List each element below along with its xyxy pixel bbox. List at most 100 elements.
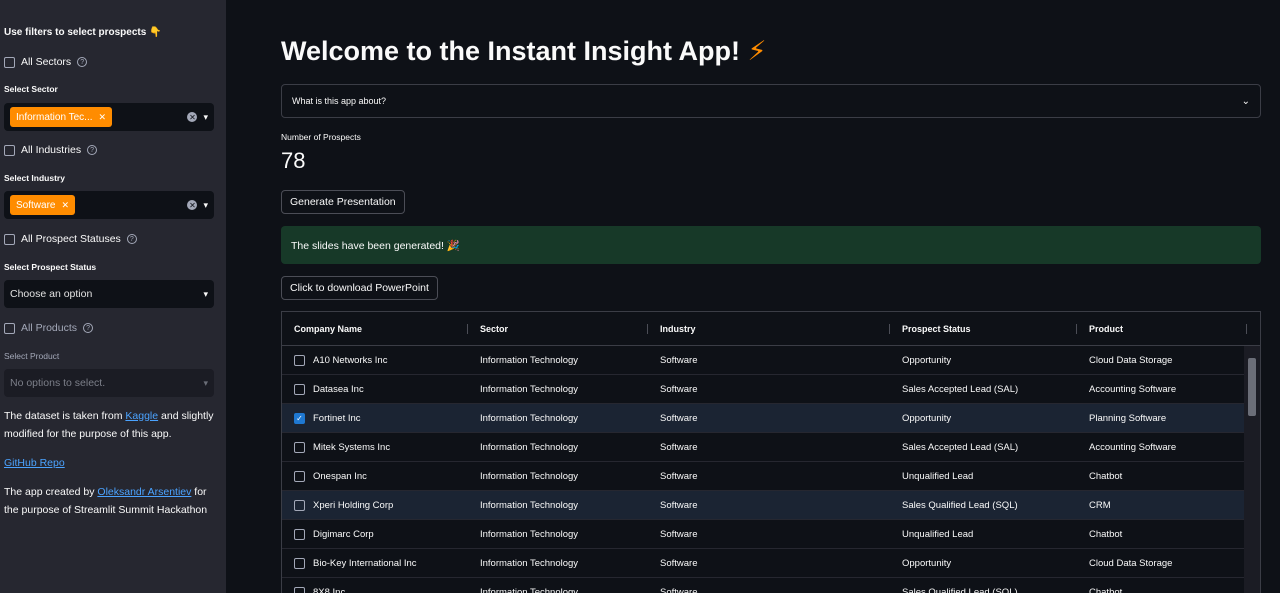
dataset-note: The dataset is taken from Kaggle and sli… — [4, 407, 218, 443]
column-header-label: Sector — [480, 323, 509, 334]
checkbox-icon[interactable] — [294, 557, 305, 569]
chevron-down-icon[interactable]: ▾ — [203, 200, 208, 211]
checkbox-icon[interactable] — [294, 586, 305, 593]
table-row[interactable]: Xperi Holding Corp Information Technology… — [282, 491, 1260, 520]
table-row[interactable]: A10 Networks Inc Information Technology So… — [282, 346, 1260, 375]
sector-chip-label: Information Tec... — [16, 111, 93, 123]
table-cell-product: Chatbot — [1077, 529, 1247, 540]
chevron-down-icon: ▾ — [203, 377, 208, 388]
table-cell-industry: Software — [648, 500, 890, 511]
table-row[interactable]: Digimarc Corp Information Technology Softw… — [282, 520, 1260, 549]
table-cell-company: A10 Networks Inc — [282, 354, 468, 366]
clear-icon[interactable]: ✕ — [187, 112, 198, 122]
download-powerpoint-button[interactable]: Click to download PowerPoint — [281, 276, 438, 300]
clear-icon[interactable]: ✕ — [187, 200, 198, 210]
cell-text: Sales Qualified Lead (SQL) — [902, 499, 1018, 511]
checkbox-box[interactable] — [4, 56, 15, 68]
checkbox-icon[interactable] — [294, 354, 305, 366]
cell-text: Cloud Data Storage — [1089, 557, 1173, 569]
cell-text: Planning Software — [1089, 412, 1167, 424]
all-sectors-checkbox[interactable]: All Sectors ? — [4, 56, 88, 68]
sector-chip[interactable]: Information Tec... ✕ — [10, 107, 113, 127]
column-header[interactable]: Industry — [648, 312, 890, 345]
table-row[interactable]: 8X8 Inc Information Technology Software Sal… — [282, 578, 1260, 593]
table-row[interactable]: Mitek Systems Inc Information Technology S… — [282, 433, 1260, 462]
chip-close-icon[interactable]: ✕ — [61, 200, 69, 211]
metric-label: Number of Prospects — [281, 132, 361, 142]
chevron-down-icon[interactable]: ▾ — [203, 289, 208, 300]
chip-close-icon[interactable]: ✕ — [99, 112, 107, 123]
all-industries-checkbox[interactable]: All Industries ? — [4, 144, 98, 156]
table-cell-company: Onespan Inc — [282, 470, 468, 482]
sector-multiselect[interactable]: Information Tec... ✕ ✕ ▾ — [4, 103, 214, 131]
kaggle-link[interactable]: Kaggle — [125, 410, 158, 422]
table-row[interactable]: ✓ Fortinet Inc Information Technology Softw… — [282, 404, 1260, 433]
table-cell-industry: Software — [648, 471, 890, 482]
checkbox-box[interactable] — [4, 144, 15, 156]
product-select[interactable]: No options to select. ▾ — [4, 369, 214, 397]
checkbox-checked-icon[interactable]: ✓ — [294, 412, 305, 424]
table-cell-company: Mitek Systems Inc — [282, 441, 468, 453]
cell-text: Information Technology — [480, 412, 579, 424]
checkbox-icon[interactable] — [294, 499, 305, 511]
success-message: The slides have been generated! 🎉 — [291, 239, 460, 252]
cell-text: Software — [660, 528, 698, 540]
help-icon[interactable]: ? — [126, 234, 137, 244]
help-icon[interactable]: ? — [87, 145, 98, 155]
all-products-checkbox[interactable]: All Products ? — [4, 322, 94, 334]
page-title: Welcome to the Instant Insight App! ⚡ — [281, 36, 766, 67]
cell-text: Information Technology — [480, 470, 579, 482]
chevron-down-icon[interactable]: ⌄ — [1242, 96, 1250, 107]
cell-text: Datasea Inc — [313, 383, 364, 395]
help-icon[interactable]: ? — [77, 57, 88, 67]
generate-presentation-button[interactable]: Generate Presentation — [281, 190, 405, 214]
author-link[interactable]: Oleksandr Arsentiev — [97, 486, 191, 498]
cell-text: Opportunity — [902, 557, 952, 569]
table-row[interactable]: Datasea Inc Information Technology Softwar… — [282, 375, 1260, 404]
help-icon[interactable]: ? — [83, 323, 94, 333]
cell-text: Software — [660, 354, 698, 366]
cell-text: Mitek Systems Inc — [313, 441, 391, 453]
checkbox-icon[interactable] — [294, 528, 305, 540]
prospects-table[interactable]: Company Name Sector Industry Prospect Statu… — [281, 311, 1261, 593]
column-header[interactable]: Company Name — [282, 312, 468, 345]
checkbox-icon[interactable] — [294, 470, 305, 482]
success-alert: The slides have been generated! 🎉 — [281, 226, 1261, 264]
checkbox-icon[interactable] — [294, 441, 305, 453]
industry-multiselect[interactable]: Software ✕ ✕ ▾ — [4, 191, 214, 219]
table-cell-industry: Software — [648, 355, 890, 366]
column-resize-handle[interactable] — [1246, 324, 1247, 334]
table-cell-status: Unqualified Lead — [890, 471, 1077, 482]
cell-text: Digimarc Corp — [313, 528, 374, 540]
table-cell-product: CRM — [1077, 500, 1247, 511]
cell-text: Chatbot — [1089, 528, 1123, 540]
table-header: Company Name Sector Industry Prospect Statu… — [282, 312, 1260, 346]
table-scrollbar[interactable] — [1244, 346, 1260, 593]
chevron-down-icon[interactable]: ▾ — [203, 112, 208, 123]
table-row[interactable]: Onespan Inc Information Technology Softwar… — [282, 462, 1260, 491]
table-row[interactable]: Bio-Key International Inc Information Tec… — [282, 549, 1260, 578]
table-cell-company: 8X8 Inc — [282, 586, 468, 593]
app: Use filters to select prospects 👇 All Se… — [0, 0, 1280, 593]
checkbox-box[interactable] — [4, 322, 15, 334]
column-header[interactable]: Sector — [468, 312, 648, 345]
industry-chip-label: Software — [16, 199, 56, 211]
all-statuses-checkbox[interactable]: All Prospect Statuses ? — [4, 233, 137, 245]
column-header[interactable]: Prospect Status — [890, 312, 1077, 345]
github-link[interactable]: GitHub Repo — [4, 457, 65, 469]
about-expander[interactable]: What is this app about? ⌄ — [281, 84, 1261, 118]
table-cell-sector: Information Technology — [468, 413, 648, 424]
cell-text: Chatbot — [1089, 470, 1123, 482]
table-cell-product: Planning Software — [1077, 413, 1247, 424]
cell-text: Software — [660, 383, 698, 395]
table-cell-status: Unqualified Lead — [890, 529, 1077, 540]
column-header-label: Company Name — [294, 323, 363, 334]
table-cell-sector: Information Technology — [468, 529, 648, 540]
checkbox-box[interactable] — [4, 233, 15, 245]
column-header[interactable]: Product — [1077, 312, 1247, 345]
status-select[interactable]: Choose an option ▾ — [4, 280, 214, 308]
industry-chip[interactable]: Software ✕ — [10, 195, 76, 215]
checkbox-icon[interactable] — [294, 383, 305, 395]
scrollbar-thumb[interactable] — [1248, 358, 1256, 416]
cell-text: Software — [660, 586, 698, 593]
